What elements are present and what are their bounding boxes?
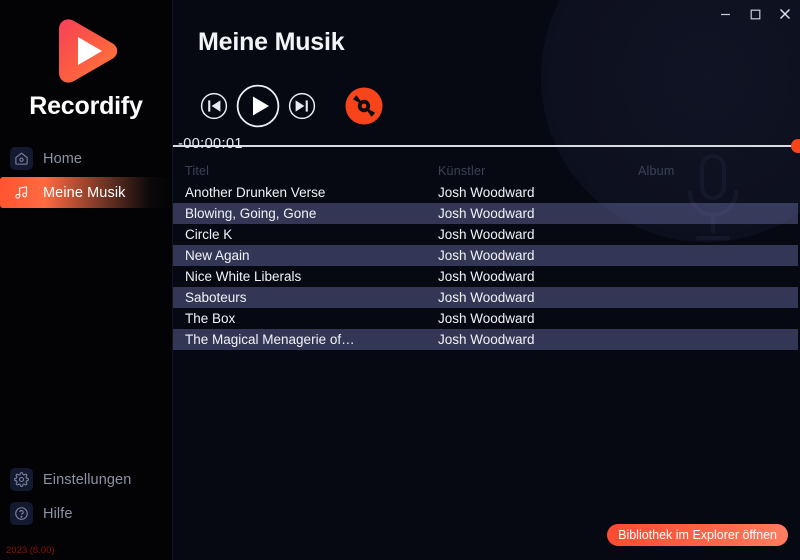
sidebar-item-label: Einstellungen — [43, 471, 132, 488]
sidebar-item-meine-musik[interactable]: Meine Musik — [0, 177, 170, 208]
transport-controls — [199, 83, 385, 129]
seek-bar[interactable] — [173, 139, 800, 153]
column-header-title[interactable]: Titel — [173, 164, 438, 178]
cell-artist: Josh Woodward — [438, 332, 535, 347]
question-circle-icon — [10, 502, 33, 525]
cell-title: Saboteurs — [185, 290, 247, 305]
table-row[interactable]: New Again Josh Woodward — [173, 245, 798, 266]
window-controls — [710, 0, 800, 28]
record-button[interactable] — [343, 85, 385, 127]
sidebar-item-label: Hilfe — [43, 505, 73, 522]
cell-title: The Box — [185, 311, 236, 326]
table-row[interactable]: The Box Josh Woodward — [173, 308, 798, 329]
cell-artist: Josh Woodward — [438, 248, 535, 263]
seek-track — [173, 145, 798, 147]
main-content: Meine Musik -00:00:01 Titel Künstler Alb… — [173, 0, 800, 560]
sidebar-bottom-nav: Einstellungen Hilfe — [0, 464, 172, 532]
cell-artist: Josh Woodward — [438, 269, 535, 284]
elapsed-time: -00:00:01 — [178, 136, 243, 152]
column-header-artist[interactable]: Künstler — [438, 164, 638, 178]
cell-artist: Josh Woodward — [438, 311, 535, 326]
brand: Recordify — [0, 0, 172, 121]
table-row[interactable]: Circle K Josh Woodward — [173, 224, 798, 245]
table-row[interactable]: The Magical Menagerie of… Josh Woodward — [173, 329, 798, 350]
sidebar-item-einstellungen[interactable]: Einstellungen — [0, 464, 172, 495]
table-row[interactable]: Saboteurs Josh Woodward — [173, 287, 798, 308]
page-title: Meine Musik — [198, 28, 345, 56]
minimize-button[interactable] — [710, 1, 740, 27]
sidebar-item-label: Home — [43, 150, 83, 167]
cell-title: Nice White Liberals — [185, 269, 302, 284]
record-disc-icon — [345, 87, 383, 125]
cell-title: New Again — [185, 248, 250, 263]
open-library-in-explorer-button[interactable]: Bibliothek im Explorer öffnen — [607, 524, 788, 546]
recordify-logo-icon — [59, 19, 118, 83]
table-row[interactable]: Blowing, Going, Gone Josh Woodward — [173, 203, 798, 224]
sidebar-item-label: Meine Musik — [43, 184, 126, 201]
close-button[interactable] — [770, 1, 800, 27]
cell-title: The Magical Menagerie of… — [185, 332, 355, 347]
cell-title: Another Drunken Verse — [185, 185, 326, 200]
maximize-button[interactable] — [740, 1, 770, 27]
cell-title: Circle K — [185, 227, 233, 242]
skip-next-button[interactable] — [287, 91, 317, 121]
sidebar-item-home[interactable]: Home — [0, 143, 172, 174]
cell-artist: Josh Woodward — [438, 206, 535, 221]
version-label: 2023 (8.00) — [6, 545, 55, 556]
music-note-icon — [10, 181, 33, 204]
cell-title: Blowing, Going, Gone — [185, 206, 317, 221]
skip-previous-button[interactable] — [199, 91, 229, 121]
gear-icon — [10, 468, 33, 491]
home-icon — [10, 147, 33, 170]
app-window: Recordify Home Meine Musik Einstellungen… — [0, 0, 800, 560]
cell-artist: Josh Woodward — [438, 290, 535, 305]
table-row[interactable]: Nice White Liberals Josh Woodward — [173, 266, 798, 287]
column-header-album[interactable]: Album — [638, 164, 798, 178]
table-row[interactable]: Another Drunken Verse Josh Woodward — [173, 182, 798, 203]
cell-artist: Josh Woodward — [438, 227, 535, 242]
seek-handle[interactable] — [791, 139, 800, 153]
sidebar-nav: Home Meine Musik — [0, 143, 172, 208]
table-header-row: Titel Künstler Album — [173, 160, 798, 182]
play-button[interactable] — [235, 83, 281, 129]
brand-name: Recordify — [29, 92, 143, 120]
sidebar-item-hilfe[interactable]: Hilfe — [0, 498, 172, 529]
track-table: Titel Künstler Album Another Drunken Ver… — [173, 160, 798, 350]
sidebar: Recordify Home Meine Musik Einstellungen… — [0, 0, 173, 560]
cell-artist: Josh Woodward — [438, 185, 535, 200]
